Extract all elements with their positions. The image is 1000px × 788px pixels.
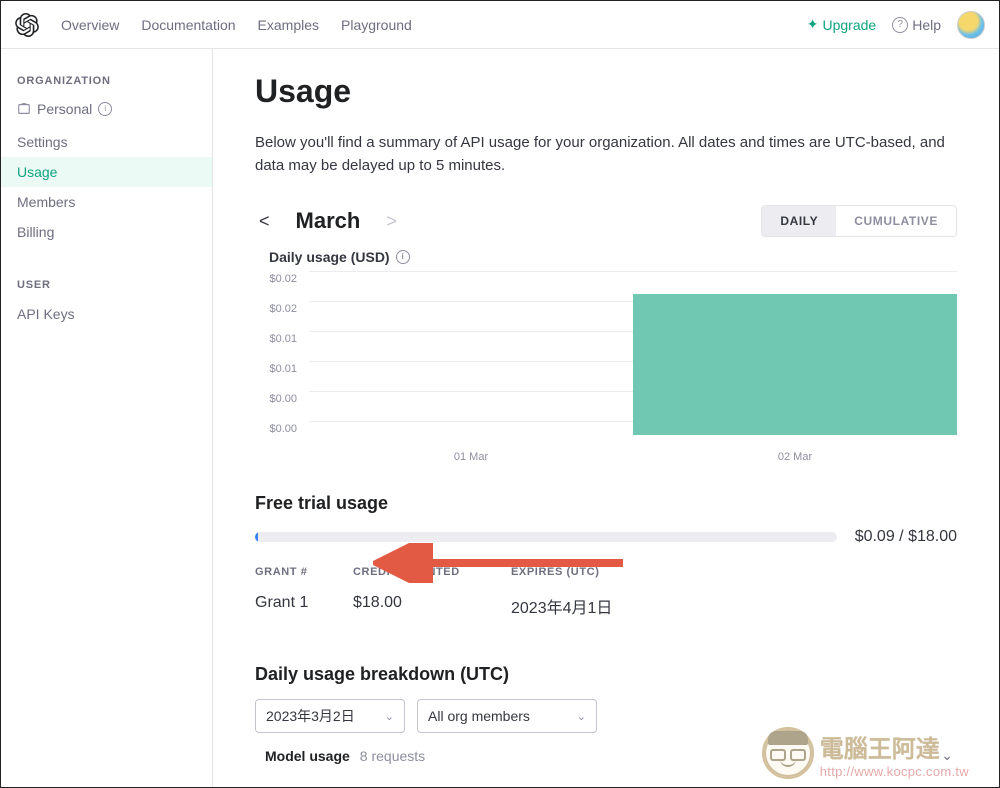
chevron-down-icon: ⌄ — [385, 710, 394, 723]
sidebar-heading-user: USER — [1, 271, 212, 299]
top-header: Overview Documentation Examples Playgrou… — [1, 1, 999, 49]
help-link[interactable]: ? Help — [892, 17, 941, 33]
chart-plot — [309, 271, 957, 451]
main-content: Usage Below you'll find a summary of API… — [213, 49, 999, 787]
top-nav: Overview Documentation Examples Playgrou… — [61, 17, 412, 33]
daily-usage-chart: Daily usage (USD) i $0.02$0.02$0.01$0.01… — [255, 249, 957, 463]
logo-icon — [15, 13, 39, 37]
sidebar-item-billing[interactable]: Billing — [1, 217, 212, 247]
nav-examples[interactable]: Examples — [258, 17, 319, 33]
page-title: Usage — [255, 73, 957, 110]
progress-fill — [255, 532, 258, 542]
sidebar-heading-organization: ORGANIZATION — [1, 67, 212, 95]
info-icon: i — [396, 250, 410, 264]
avatar[interactable] — [957, 11, 985, 39]
prev-month-button[interactable]: < — [255, 208, 274, 234]
nav-documentation[interactable]: Documentation — [141, 17, 235, 33]
info-icon: i — [98, 102, 112, 116]
chart-bar — [633, 294, 957, 435]
org-member-select[interactable]: All org members ⌄ — [417, 699, 597, 733]
personal-icon — [17, 102, 31, 116]
date-select[interactable]: 2023年3月2日 ⌄ — [255, 699, 405, 733]
sidebar-item-settings[interactable]: Settings — [1, 127, 212, 157]
grant-row: Grant 1 $18.00 2023年4月1日 — [255, 584, 957, 628]
model-usage-row[interactable]: Model usage 8 requests ⌄ — [255, 733, 957, 768]
next-month-button[interactable]: > — [382, 208, 401, 234]
grant-col-number: GRANT # — [255, 566, 325, 578]
chart-y-axis: $0.02$0.02$0.01$0.01$0.00$0.00 — [255, 271, 309, 451]
grant-table: GRANT # CREDIT GRANTED EXPIRES (UTC) Gra… — [255, 560, 957, 628]
grant-col-expires: EXPIRES (UTC) — [511, 566, 957, 578]
view-toggle: DAILY CUMULATIVE — [761, 205, 957, 237]
toggle-cumulative[interactable]: CUMULATIVE — [836, 206, 956, 236]
sidebar-personal[interactable]: Personal i — [1, 95, 212, 127]
bolt-icon: ✦ — [807, 16, 819, 33]
chevron-down-icon: ⌄ — [577, 710, 586, 723]
sidebar-item-usage[interactable]: Usage — [1, 157, 212, 187]
chart-title: Daily usage (USD) i — [269, 249, 957, 265]
chart-x-axis: 01 Mar02 Mar — [309, 451, 957, 463]
month-label: March — [296, 208, 361, 234]
toggle-daily[interactable]: DAILY — [762, 206, 836, 236]
help-icon: ? — [892, 17, 908, 33]
breakdown-title: Daily usage breakdown (UTC) — [255, 664, 957, 685]
upgrade-link[interactable]: ✦ Upgrade — [807, 16, 876, 33]
grant-col-credit: CREDIT GRANTED — [353, 566, 483, 578]
sidebar-item-api-keys[interactable]: API Keys — [1, 299, 212, 329]
nav-playground[interactable]: Playground — [341, 17, 412, 33]
free-trial-progress — [255, 532, 837, 542]
chevron-down-icon: ⌄ — [941, 747, 953, 764]
page-description: Below you'll find a summary of API usage… — [255, 132, 957, 177]
sidebar: ORGANIZATION Personal i Settings Usage M… — [1, 49, 213, 787]
free-trial-amount: $0.09 / $18.00 — [855, 528, 957, 546]
free-trial-title: Free trial usage — [255, 493, 957, 514]
sidebar-item-members[interactable]: Members — [1, 187, 212, 217]
nav-overview[interactable]: Overview — [61, 17, 119, 33]
